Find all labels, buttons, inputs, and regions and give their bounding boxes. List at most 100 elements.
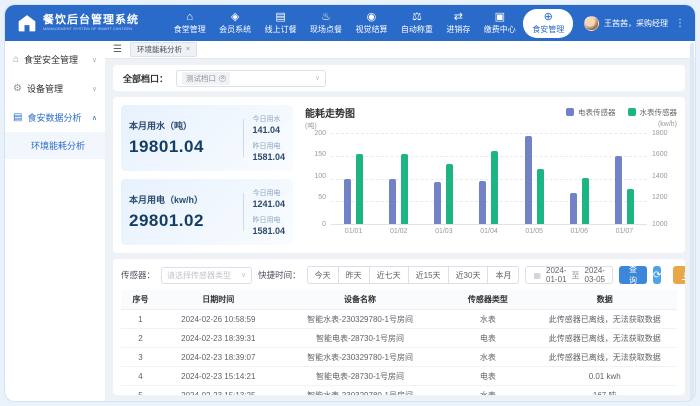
bar-电表传感器-01/03[interactable] — [434, 182, 441, 224]
stat-divider — [243, 193, 244, 231]
bar-电表传感器-01/04[interactable] — [479, 181, 486, 224]
bar-水表传感器-01/04[interactable] — [491, 151, 498, 224]
sidebar-item-设备管理[interactable]: ⚙设备管理∨ — [5, 74, 105, 103]
topnav-item-会员系统[interactable]: ◈会员系统 — [213, 10, 257, 37]
table-cell: 水表 — [443, 310, 532, 329]
bar-电表传感器-01/02[interactable] — [389, 179, 396, 225]
time-preset-近15天[interactable]: 近15天 — [408, 266, 449, 284]
topnav-item-label: 现场点餐 — [310, 24, 342, 35]
payment-icon: ▣ — [495, 12, 505, 23]
x-axis: 01/0101/0201/0301/0401/0501/0601/07 — [331, 225, 647, 235]
visual-checkout-icon: ◉ — [367, 12, 377, 23]
stat-value: 29801.02 — [129, 211, 235, 231]
topnav-item-自动称重[interactable]: ⚖自动称重 — [395, 10, 439, 37]
bar-group-01/06 — [557, 133, 602, 224]
topnav-item-label: 自动称重 — [401, 24, 433, 35]
stat-mini-value: 1581.04 — [252, 226, 285, 236]
table-cell: 1 — [121, 310, 160, 329]
collapse-sidebar-icon[interactable]: ☰ — [113, 45, 122, 55]
bar-电表传感器-01/06[interactable] — [570, 193, 577, 224]
table-cell: 0.01 kwh — [532, 367, 677, 386]
legend-item-水表传感器[interactable]: 水表传感器 — [628, 107, 678, 118]
refresh-button[interactable]: ⟳ — [653, 266, 661, 284]
chevron-down-icon: ∨ — [315, 74, 320, 82]
table-cell: 此传感器已离线，无法获取数据 — [532, 348, 677, 367]
date-end[interactable]: 2024-03-05 — [585, 266, 605, 284]
stall-tag-label: 测试档口 — [186, 73, 216, 84]
bar-水表传感器-01/01[interactable] — [356, 154, 363, 224]
close-icon[interactable]: × — [186, 46, 190, 53]
y-axis-tick: 50 — [305, 194, 326, 201]
topnav-item-线上订餐[interactable]: ▤线上订餐 — [259, 10, 303, 37]
app-subtitle: MANAGEMENT SYSTEM OF SMART CANTEEN — [43, 27, 132, 31]
table-cell: 智能水表-230329780-1号房间 — [277, 348, 444, 367]
bar-水表传感器-01/05[interactable] — [537, 169, 544, 225]
bar-水表传感器-01/02[interactable] — [401, 154, 408, 224]
time-preset-近30天[interactable]: 近30天 — [448, 266, 489, 284]
date-start[interactable]: 2024-01-01 — [546, 266, 566, 284]
bar-电表传感器-01/07[interactable] — [615, 156, 622, 224]
stat-mini: 昨日用电1581.04 — [252, 141, 285, 162]
bar-电表传感器-01/05[interactable] — [525, 136, 532, 224]
topnav-item-进销存[interactable]: ⇄进销存 — [440, 10, 476, 37]
time-preset-本月[interactable]: 本月 — [487, 266, 519, 284]
stat-card: 本月用电（kw/h）29801.02今日用电1241.04昨日用电1581.04 — [121, 179, 293, 245]
stat-main: 本月用水（吨）19801.04 — [129, 119, 235, 157]
tag-clear-icon[interactable]: × — [219, 75, 226, 82]
stat-mini-value: 141.04 — [252, 125, 285, 135]
table-row: 52024-02-23 15:13:25智能水表-230329780-1号房间水… — [121, 386, 677, 396]
bar-水表传感器-01/06[interactable] — [582, 178, 589, 224]
time-preset-近七天[interactable]: 近七天 — [369, 266, 409, 284]
avatar[interactable] — [584, 16, 599, 31]
y-axis-tick: 1000 — [652, 221, 677, 228]
table-header-cell: 传感器类型 — [443, 290, 532, 310]
topnav-item-现场点餐[interactable]: ♨现场点餐 — [304, 10, 348, 37]
onsite-order-icon: ♨ — [321, 12, 331, 23]
dashboard-card: 本月用水（吨）19801.04今日用水141.04昨日用电1581.04本月用电… — [113, 97, 685, 253]
sidebar-item-食堂安全管理[interactable]: ⌂食堂安全管理∨ — [5, 45, 105, 74]
bar-水表传感器-01/03[interactable] — [446, 164, 453, 224]
y-axis-tick: 1200 — [652, 194, 677, 201]
bar-电表传感器-01/01[interactable] — [344, 179, 351, 225]
x-axis-tick: 01/05 — [512, 228, 557, 235]
stat-mini: 今日用水141.04 — [252, 114, 285, 135]
main-area: ☰ 环境能耗分析 × 全部档口： 测试档口 × ∨ — [105, 41, 695, 401]
date-range-picker[interactable]: ▦ 2024-01-01 至 2024-03-05 — [525, 266, 613, 284]
x-axis-tick: 01/02 — [376, 228, 421, 235]
download-icon: ↓ — [682, 271, 685, 280]
topnav-item-食堂管理[interactable]: ⌂食堂管理 — [168, 10, 212, 37]
user-menu-icon[interactable]: ⋮ — [673, 18, 687, 29]
vertical-scrollbar[interactable] — [690, 43, 694, 399]
tab-env-energy[interactable]: 环境能耗分析 × — [130, 42, 197, 57]
stat-side: 今日用电1241.04昨日用电1581.04 — [252, 188, 285, 236]
time-preset-group: 今天昨天近七天近15天近30天本月 — [307, 266, 520, 284]
topnav-item-label: 进销存 — [446, 24, 470, 35]
logo: 餐饮后台管理系统 MANAGEMENT SYSTEM OF SMART CANT… — [17, 13, 167, 33]
sidebar-item-食安数据分析[interactable]: ▤食安数据分析∧ — [5, 103, 105, 132]
topnav-item-视觉结算[interactable]: ◉视觉结算 — [349, 10, 393, 37]
sidebar-subitem-环境能耗分析[interactable]: 环境能耗分析 — [5, 132, 105, 159]
table-row: 22024-02-23 18:39:31智能电表-28730-1号房间电表此传感… — [121, 329, 677, 348]
table-cell: 此传感器已离线，无法获取数据 — [532, 329, 677, 348]
canteen-icon: ⌂ — [186, 12, 193, 23]
topnav-item-缴费中心[interactable]: ▣缴费中心 — [478, 10, 522, 37]
stat-value: 19801.04 — [129, 137, 235, 157]
table-cell: 智能电表-28730-1号房间 — [277, 329, 444, 348]
search-button[interactable]: 查询 — [619, 266, 647, 284]
user-box[interactable]: 王茜茜，采购经理 ⋮ — [584, 16, 687, 31]
chart-legend: 电表传感器 水表传感器 — [566, 107, 677, 118]
topnav-item-食安管理[interactable]: ⊕食安管理 — [523, 9, 573, 38]
stat-mini: 昨日用电1581.04 — [252, 215, 285, 236]
table-header-cell: 日期时间 — [160, 290, 277, 310]
legend-item-电表传感器[interactable]: 电表传感器 — [566, 107, 616, 118]
y-axis-tick: 200 — [305, 130, 326, 137]
sensor-select[interactable]: 请选择传感器类型 ∨ — [161, 267, 252, 284]
stall-select[interactable]: 测试档口 × ∨ — [176, 70, 326, 87]
y-axis-left: 200150100500 — [305, 133, 331, 225]
bar-水表传感器-01/07[interactable] — [627, 189, 634, 224]
time-preset-今天[interactable]: 今天 — [307, 266, 339, 284]
time-preset-昨天[interactable]: 昨天 — [338, 266, 370, 284]
table-cell: 2024-02-23 15:14:21 — [160, 367, 277, 386]
topbar: 餐饮后台管理系统 MANAGEMENT SYSTEM OF SMART CANT… — [5, 5, 695, 41]
export-button[interactable]: ↓ 导出 — [673, 266, 685, 284]
